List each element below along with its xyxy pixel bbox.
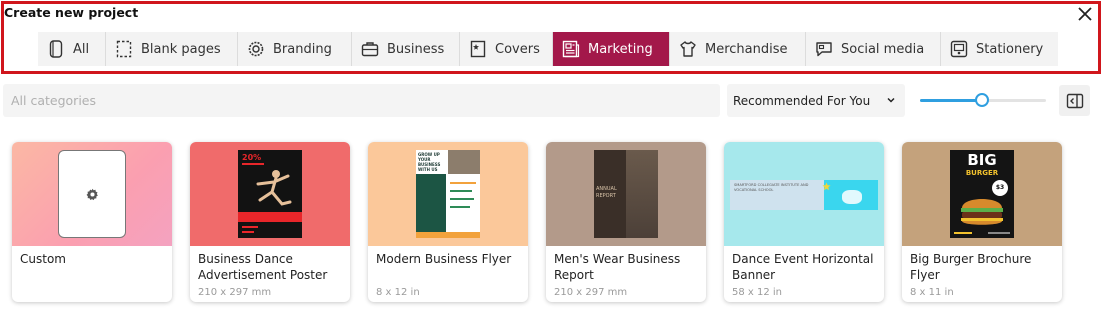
report-title: ANNUAL REPORT	[596, 186, 617, 199]
template-card-business-report[interactable]: ANNUAL REPORT Men's Wear Business Report…	[546, 142, 706, 302]
tab-social-media[interactable]: Social media	[806, 32, 941, 66]
speech-bubble-icon	[815, 40, 833, 58]
template-name: Business Dance Advertisement Poster	[198, 252, 328, 282]
stationery-icon	[950, 40, 968, 58]
sort-select[interactable]: Recommended For You	[727, 84, 905, 117]
tshirt-icon	[679, 40, 697, 58]
tab-business[interactable]: Business	[352, 32, 460, 66]
poster-headline: 20%	[242, 153, 262, 162]
flyer-photo	[448, 150, 480, 174]
panel-collapse-icon	[1066, 93, 1083, 108]
close-icon	[1078, 7, 1092, 21]
tab-covers[interactable]: Covers	[460, 32, 553, 66]
tab-label: Social media	[841, 41, 925, 57]
flyer-headline: GROW UP YOUR BUSINESS WITH US	[418, 152, 441, 172]
flyer-green-panel	[416, 174, 446, 232]
tab-label: Merchandise	[705, 41, 788, 57]
tab-label: Business	[387, 41, 445, 57]
template-size: 8 x 12 in	[376, 287, 420, 298]
tab-label: Covers	[495, 41, 540, 57]
banner-text: SMARTFORD COLLEGIATE INSTITUTE AND VOCAT…	[734, 183, 809, 192]
report-preview: ANNUAL REPORT	[594, 150, 658, 238]
zoom-slider-fill	[920, 99, 982, 102]
category-search-input[interactable]	[3, 84, 720, 117]
zoom-slider[interactable]	[920, 93, 1046, 107]
tab-branding[interactable]: Branding	[238, 32, 352, 66]
template-thumbnail: SMARTFORD COLLEGIATE INSTITUTE AND VOCAT…	[724, 142, 884, 246]
panel-toggle-button[interactable]	[1059, 85, 1090, 116]
template-card-burger-flyer[interactable]: BIG BURGER $3 Big Burger Brochure Flyer …	[902, 142, 1062, 302]
tab-label: All	[73, 41, 90, 57]
poster-text-line	[242, 231, 254, 233]
category-tabs: All Blank pages Branding Business Covers…	[38, 32, 1058, 66]
flyer-footer-band	[416, 232, 480, 238]
tab-label: Marketing	[588, 41, 653, 57]
burger-flyer-preview: BIG BURGER $3	[950, 150, 1014, 238]
gear-icon	[86, 188, 98, 201]
template-name: Modern Business Flyer	[376, 252, 512, 266]
template-thumbnail: BIG BURGER $3	[902, 142, 1062, 246]
flyer-text-line	[450, 182, 476, 184]
poster-preview: 20%	[238, 150, 302, 238]
flyer-preview: GROW UP YOUR BUSINESS WITH US	[416, 150, 480, 238]
flyer-text-line	[450, 190, 472, 192]
dialog-title: Create new project	[4, 5, 139, 20]
close-button[interactable]	[1075, 4, 1095, 24]
template-name: Big Burger Brochure Flyer	[910, 252, 1032, 282]
template-thumbnail	[12, 142, 172, 246]
template-card-dance-banner[interactable]: SMARTFORD COLLEGIATE INSTITUTE AND VOCAT…	[724, 142, 884, 302]
banner-cake	[842, 190, 862, 204]
gear-badge-icon	[247, 40, 265, 58]
chevron-down-icon	[887, 97, 895, 103]
template-thumbnail: 20%	[190, 142, 350, 246]
template-card-custom[interactable]: Custom	[12, 142, 172, 302]
dancer-figure	[256, 170, 292, 206]
dashed-page-icon	[115, 40, 133, 58]
template-size: 210 x 297 mm	[198, 287, 272, 298]
tab-all[interactable]: All	[38, 32, 106, 66]
tab-stationery[interactable]: Stationery	[941, 32, 1058, 66]
template-card-business-flyer[interactable]: GROW UP YOUR BUSINESS WITH US Modern Bus…	[368, 142, 528, 302]
burger-headline: BIG	[967, 151, 997, 169]
burger-text-line	[954, 232, 972, 234]
template-name: Custom	[20, 252, 66, 266]
zoom-slider-thumb[interactable]	[974, 93, 989, 107]
template-name: Dance Event Horizontal Banner	[732, 252, 874, 282]
template-name: Men's Wear Business Report	[554, 252, 681, 282]
template-size: 210 x 297 mm	[554, 287, 628, 298]
tab-label: Blank pages	[141, 41, 221, 57]
tab-label: Stationery	[976, 41, 1044, 57]
star-cover-icon	[469, 40, 487, 58]
banner-preview: SMARTFORD COLLEGIATE INSTITUTE AND VOCAT…	[730, 180, 878, 210]
burger-subheadline: BURGER	[965, 169, 999, 177]
flyer-text-line	[450, 206, 470, 208]
report-photo	[626, 150, 658, 238]
star-icon	[822, 182, 831, 191]
tab-blank-pages[interactable]: Blank pages	[106, 32, 238, 66]
blank-canvas-preview	[58, 150, 126, 238]
template-size: 58 x 12 in	[732, 287, 783, 298]
sort-select-value: Recommended For You	[733, 93, 871, 108]
tab-marketing[interactable]: Marketing	[553, 32, 670, 66]
burger-text-line	[988, 232, 1010, 234]
flyer-text-line	[450, 198, 474, 200]
template-size: 8 x 11 in	[910, 287, 954, 298]
template-thumbnail: GROW UP YOUR BUSINESS WITH US	[368, 142, 528, 246]
burger-illustration	[961, 199, 1003, 225]
tab-merchandise[interactable]: Merchandise	[670, 32, 806, 66]
template-card-dance-poster[interactable]: 20% Business Dance Advertisement Poster …	[190, 142, 350, 302]
newspaper-icon	[562, 40, 580, 58]
poster-red-band	[238, 212, 302, 222]
briefcase-icon	[361, 40, 379, 58]
template-thumbnail: ANNUAL REPORT	[546, 142, 706, 246]
phone-outline-icon	[47, 40, 65, 58]
poster-text-line	[242, 226, 258, 228]
tab-label: Branding	[273, 41, 332, 57]
